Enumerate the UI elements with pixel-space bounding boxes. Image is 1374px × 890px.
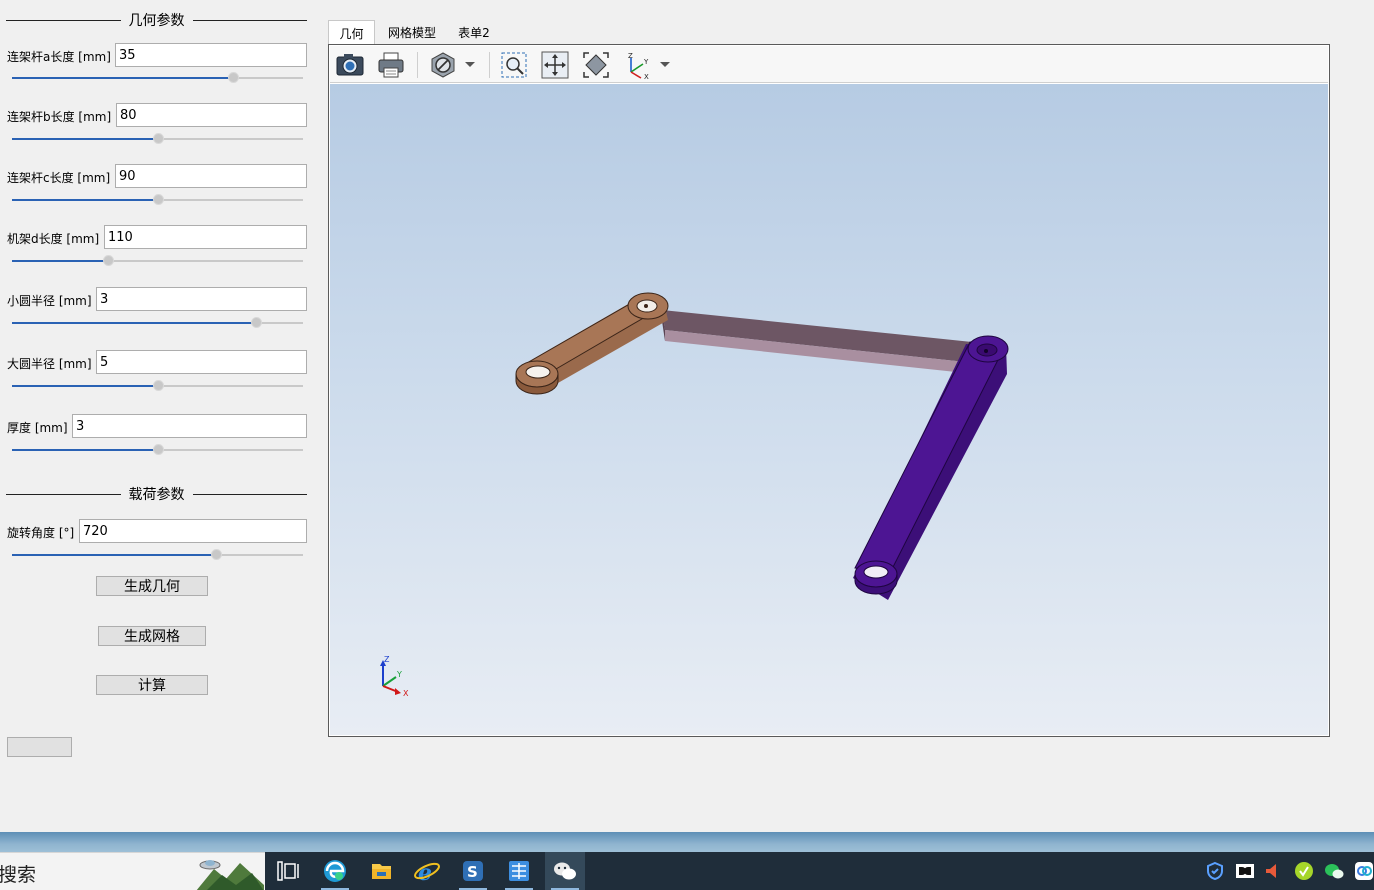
param-label-link-c: 连架杆c长度 [mm]: [7, 171, 111, 185]
toolbar-separator: [489, 52, 490, 78]
link-a-length-input[interactable]: [115, 43, 307, 67]
display-mode-icon[interactable]: [428, 50, 458, 80]
wechat-tray-icon[interactable]: [1324, 861, 1344, 881]
app-s-icon[interactable]: S: [453, 852, 493, 890]
param-label-thickness: 厚度 [mm]: [7, 421, 68, 435]
slider-thumb[interactable]: [152, 133, 164, 144]
svg-text:Z: Z: [628, 52, 633, 60]
link-c-length-slider[interactable]: [12, 194, 303, 206]
dolby-icon[interactable]: [1235, 861, 1255, 881]
geometry-params-title: 几何参数: [128, 13, 185, 29]
chevron-down-icon[interactable]: [464, 56, 476, 72]
viewer-frame: Z Y X Z Y X: [328, 44, 1330, 737]
axis-x-label: X: [403, 689, 409, 698]
slider-thumb[interactable]: [152, 194, 164, 205]
ie-icon[interactable]: e: [407, 852, 447, 890]
param-label-frame-d: 机架d长度 [mm]: [7, 232, 100, 246]
large-radius-slider[interactable]: [12, 380, 303, 392]
link-b-length-slider[interactable]: [12, 133, 303, 145]
thickness-slider[interactable]: [12, 444, 303, 456]
viewer-toolbar: Z Y X: [330, 46, 1328, 83]
camera-icon[interactable]: [335, 50, 365, 80]
link-c-length-input[interactable]: [115, 164, 307, 188]
app-book-icon[interactable]: [499, 852, 539, 890]
geometry-params-separator: 几何参数: [6, 12, 307, 29]
load-params-separator: 载荷参数: [6, 486, 307, 503]
axis-z-label: Z: [384, 655, 390, 664]
slider-thumb[interactable]: [251, 317, 263, 328]
link-c-top: [854, 341, 1006, 574]
printer-icon[interactable]: [376, 50, 406, 80]
slider-thumb[interactable]: [210, 549, 222, 560]
pin-dot: [984, 349, 988, 353]
task-view-icon[interactable]: [267, 852, 307, 890]
toolbar-separator: [417, 52, 418, 78]
mechanism-render: Z Y X: [380, 292, 1009, 698]
tab-mesh-model[interactable]: 网格模型: [380, 20, 444, 45]
pan-icon[interactable]: [540, 50, 570, 80]
axis-view-icon[interactable]: Z Y X: [623, 50, 653, 81]
search-highlight-icon: [196, 860, 264, 890]
desktop-background: [0, 832, 1374, 852]
search-placeholder: 搜索: [0, 864, 37, 886]
rotation-angle-slider[interactable]: [12, 549, 303, 561]
thickness-input[interactable]: [72, 414, 307, 438]
link-c-model: [853, 335, 1009, 600]
svg-text:X: X: [644, 73, 649, 80]
chevron-down-icon[interactable]: [659, 56, 671, 72]
param-label-link-a: 连架杆a长度 [mm]: [7, 50, 111, 64]
link-a-model: [515, 292, 669, 395]
fit-all-icon[interactable]: [581, 50, 611, 80]
load-params-title: 载荷参数: [128, 487, 185, 503]
pin-dot: [644, 304, 648, 308]
slider-thumb[interactable]: [228, 72, 240, 83]
small-radius-input[interactable]: [96, 287, 307, 311]
param-label-large-radius: 大圆半径 [mm]: [7, 357, 92, 371]
edge-icon[interactable]: [315, 852, 355, 890]
generate-mesh-button[interactable]: 生成网格: [98, 626, 206, 646]
wechat-icon[interactable]: [545, 852, 585, 890]
axis-y-label: Y: [396, 670, 402, 679]
axis-y-line: [382, 676, 397, 687]
link-a-hole-left: [525, 365, 551, 379]
zoom-box-icon[interactable]: [499, 50, 529, 80]
speaker-icon[interactable]: [1263, 861, 1283, 881]
slider-thumb[interactable]: [152, 444, 164, 455]
cloud-app-icon[interactable]: [1354, 861, 1374, 881]
link-b-model: [662, 310, 975, 374]
frame-d-length-input[interactable]: [104, 225, 307, 249]
axis-triad: Z Y X: [380, 655, 409, 698]
frame-d-length-slider[interactable]: [12, 255, 303, 267]
shield-icon[interactable]: [1205, 861, 1225, 881]
compute-button[interactable]: 计算: [96, 675, 208, 695]
param-label-rotation: 旋转角度 [°]: [7, 526, 75, 540]
green-app-icon[interactable]: [1294, 861, 1314, 881]
generate-geometry-button[interactable]: 生成几何: [96, 576, 208, 596]
link-a-length-slider[interactable]: [12, 72, 303, 84]
tab-geometry[interactable]: 几何: [328, 20, 375, 45]
rotation-angle-input[interactable]: [79, 519, 307, 543]
svg-text:S: S: [467, 863, 478, 881]
slider-thumb[interactable]: [103, 255, 115, 266]
param-label-link-b: 连架杆b长度 [mm]: [7, 110, 112, 124]
taskbar: 搜索 e S: [0, 852, 1374, 890]
small-radius-slider[interactable]: [12, 317, 303, 329]
file-explorer-icon[interactable]: [361, 852, 401, 890]
param-label-small-radius: 小圆半径 [mm]: [7, 294, 92, 308]
large-radius-input[interactable]: [96, 350, 307, 374]
link-c-hole-bottom: [863, 565, 889, 579]
axis-x-arrow: [395, 688, 401, 695]
svg-text:Y: Y: [643, 58, 649, 66]
3d-viewport[interactable]: Z Y X: [330, 84, 1328, 735]
taskbar-search-box[interactable]: 搜索: [0, 852, 265, 890]
tab-form2[interactable]: 表单2: [452, 20, 496, 45]
extra-button[interactable]: [7, 737, 72, 757]
link-b-length-input[interactable]: [116, 103, 307, 127]
slider-thumb[interactable]: [152, 380, 164, 391]
